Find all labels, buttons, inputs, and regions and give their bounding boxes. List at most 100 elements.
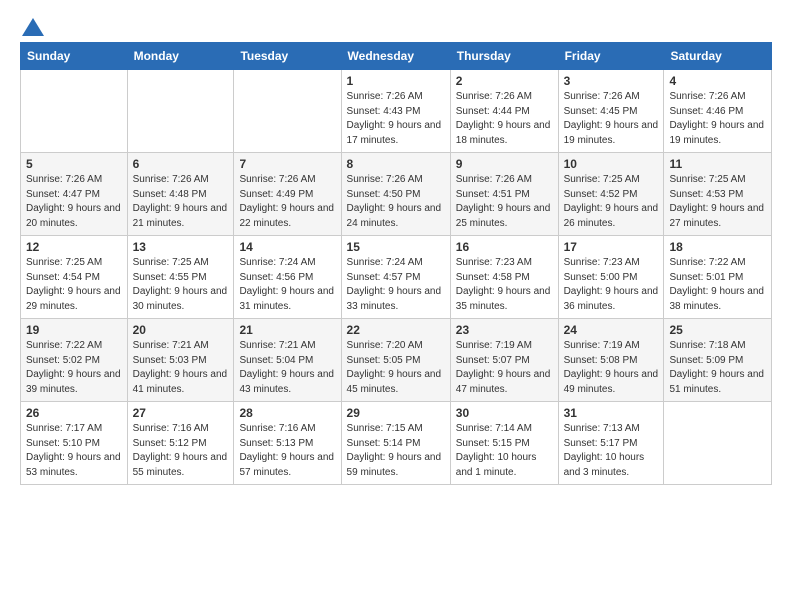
day-info: Sunrise: 7:26 AMSunset: 4:50 PMDaylight:… [347, 173, 445, 231]
day-info: Sunrise: 7:19 AMSunset: 5:07 PMDaylight:… [456, 339, 553, 397]
table-row [127, 70, 234, 153]
day-info: Sunrise: 7:23 AMSunset: 4:58 PMDaylight:… [456, 256, 553, 314]
day-info: Sunrise: 7:22 AMSunset: 5:01 PMDaylight:… [669, 256, 766, 314]
day-number: 27 [133, 406, 229, 420]
day-info: Sunrise: 7:26 AMSunset: 4:46 PMDaylight:… [669, 90, 766, 148]
day-number: 26 [26, 406, 122, 420]
day-info: Sunrise: 7:15 AMSunset: 5:14 PMDaylight:… [347, 422, 445, 480]
day-number: 13 [133, 240, 229, 254]
day-info: Sunrise: 7:24 AMSunset: 4:57 PMDaylight:… [347, 256, 445, 314]
table-row: 10Sunrise: 7:25 AMSunset: 4:52 PMDayligh… [558, 153, 664, 236]
day-number: 17 [564, 240, 659, 254]
table-row: 18 Sunrise: 7:22 AMSunset: 5:01 PMDayligh… [664, 236, 772, 319]
day-number: 15 [347, 240, 445, 254]
day-number: 31 [564, 406, 659, 420]
table-row: 9 Sunrise: 7:26 AMSunset: 4:51 PMDaylight… [450, 153, 558, 236]
table-row [234, 70, 341, 153]
day-info: Sunrise: 7:23 AMSunset: 5:00 PMDaylight:… [564, 256, 659, 314]
col-saturday: Saturday [664, 43, 772, 70]
table-row: 8 Sunrise: 7:26 AMSunset: 4:50 PMDaylight… [341, 153, 450, 236]
day-number: 12 [26, 240, 122, 254]
table-row: 4 Sunrise: 7:26 AMSunset: 4:46 PMDaylight… [664, 70, 772, 153]
table-row: 27Sunrise: 7:16 AMSunset: 5:12 PMDayligh… [127, 402, 234, 485]
col-monday: Monday [127, 43, 234, 70]
table-row: 11 Sunrise: 7:25 AMSunset: 4:53 PMDayligh… [664, 153, 772, 236]
day-number: 9 [456, 157, 553, 171]
day-info: Sunrise: 7:25 AMSunset: 4:54 PMDaylight:… [26, 256, 122, 314]
day-info: Sunrise: 7:21 AMSunset: 5:03 PMDaylight:… [133, 339, 229, 397]
day-number: 24 [564, 323, 659, 337]
logo [20, 18, 44, 32]
day-info: Sunrise: 7:25 AMSunset: 4:55 PMDaylight:… [133, 256, 229, 314]
day-number: 20 [133, 323, 229, 337]
day-info: Sunrise: 7:26 AMSunset: 4:49 PMDaylight:… [239, 173, 335, 231]
day-number: 14 [239, 240, 335, 254]
col-tuesday: Tuesday [234, 43, 341, 70]
day-number: 7 [239, 157, 335, 171]
calendar-week-row: 5 Sunrise: 7:26 AMSunset: 4:47 PMDaylight… [21, 153, 772, 236]
day-info: Sunrise: 7:16 AMSunset: 5:13 PMDaylight:… [239, 422, 335, 480]
day-info: Sunrise: 7:18 AMSunset: 5:09 PMDaylight:… [669, 339, 766, 397]
day-number: 10 [564, 157, 659, 171]
table-row [664, 402, 772, 485]
day-number: 11 [669, 157, 766, 171]
table-row: 28 Sunrise: 7:16 AMSunset: 5:13 PMDayligh… [234, 402, 341, 485]
day-number: 4 [669, 74, 766, 88]
table-row: 17 Sunrise: 7:23 AMSunset: 5:00 PMDayligh… [558, 236, 664, 319]
day-number: 30 [456, 406, 553, 420]
day-number: 6 [133, 157, 229, 171]
day-info: Sunrise: 7:17 AMSunset: 5:10 PMDaylight:… [26, 422, 122, 480]
day-number: 16 [456, 240, 553, 254]
col-sunday: Sunday [21, 43, 128, 70]
table-row: 23Sunrise: 7:19 AMSunset: 5:07 PMDayligh… [450, 319, 558, 402]
table-row: 26 Sunrise: 7:17 AMSunset: 5:10 PMDayligh… [21, 402, 128, 485]
day-info: Sunrise: 7:26 AMSunset: 4:51 PMDaylight:… [456, 173, 553, 231]
day-info: Sunrise: 7:21 AMSunset: 5:04 PMDaylight:… [239, 339, 335, 397]
table-row: 1 Sunrise: 7:26 AMSunset: 4:43 PMDaylight… [341, 70, 450, 153]
calendar-week-row: 26 Sunrise: 7:17 AMSunset: 5:10 PMDayligh… [21, 402, 772, 485]
table-row: 29 Sunrise: 7:15 AMSunset: 5:14 PMDayligh… [341, 402, 450, 485]
day-info: Sunrise: 7:26 AMSunset: 4:43 PMDaylight:… [347, 90, 445, 148]
table-row: 19 Sunrise: 7:22 AMSunset: 5:02 PMDayligh… [21, 319, 128, 402]
calendar-week-row: 12 Sunrise: 7:25 AMSunset: 4:54 PMDayligh… [21, 236, 772, 319]
day-info: Sunrise: 7:26 AMSunset: 4:44 PMDaylight:… [456, 90, 553, 148]
table-row: 16 Sunrise: 7:23 AMSunset: 4:58 PMDayligh… [450, 236, 558, 319]
table-row: 2 Sunrise: 7:26 AMSunset: 4:44 PMDaylight… [450, 70, 558, 153]
table-row: 20 Sunrise: 7:21 AMSunset: 5:03 PMDayligh… [127, 319, 234, 402]
calendar-header-row: Sunday Monday Tuesday Wednesday Thursday… [21, 43, 772, 70]
day-info: Sunrise: 7:25 AMSunset: 4:53 PMDaylight:… [669, 173, 766, 231]
table-row: 7 Sunrise: 7:26 AMSunset: 4:49 PMDaylight… [234, 153, 341, 236]
table-row: 13 Sunrise: 7:25 AMSunset: 4:55 PMDayligh… [127, 236, 234, 319]
col-thursday: Thursday [450, 43, 558, 70]
table-row: 30 Sunrise: 7:14 AMSunset: 5:15 PMDayligh… [450, 402, 558, 485]
day-info: Sunrise: 7:26 AMSunset: 4:47 PMDaylight:… [26, 173, 122, 231]
col-friday: Friday [558, 43, 664, 70]
day-number: 29 [347, 406, 445, 420]
day-number: 21 [239, 323, 335, 337]
table-row: 5 Sunrise: 7:26 AMSunset: 4:47 PMDaylight… [21, 153, 128, 236]
day-info: Sunrise: 7:19 AMSunset: 5:08 PMDaylight:… [564, 339, 659, 397]
day-number: 22 [347, 323, 445, 337]
day-info: Sunrise: 7:13 AMSunset: 5:17 PMDaylight:… [564, 422, 659, 480]
table-row: 14 Sunrise: 7:24 AMSunset: 4:56 PMDayligh… [234, 236, 341, 319]
table-row: 22Sunrise: 7:20 AMSunset: 5:05 PMDayligh… [341, 319, 450, 402]
day-info: Sunrise: 7:26 AMSunset: 4:45 PMDaylight:… [564, 90, 659, 148]
day-number: 28 [239, 406, 335, 420]
day-info: Sunrise: 7:22 AMSunset: 5:02 PMDaylight:… [26, 339, 122, 397]
table-row [21, 70, 128, 153]
page: Sunday Monday Tuesday Wednesday Thursday… [0, 0, 792, 503]
day-info: Sunrise: 7:24 AMSunset: 4:56 PMDaylight:… [239, 256, 335, 314]
day-number: 8 [347, 157, 445, 171]
day-info: Sunrise: 7:14 AMSunset: 5:15 PMDaylight:… [456, 422, 553, 480]
table-row: 6 Sunrise: 7:26 AMSunset: 4:48 PMDaylight… [127, 153, 234, 236]
day-number: 5 [26, 157, 122, 171]
day-number: 2 [456, 74, 553, 88]
day-number: 3 [564, 74, 659, 88]
day-number: 18 [669, 240, 766, 254]
logo-icon [22, 18, 44, 36]
day-number: 25 [669, 323, 766, 337]
day-info: Sunrise: 7:26 AMSunset: 4:48 PMDaylight:… [133, 173, 229, 231]
header [20, 18, 772, 32]
day-number: 1 [347, 74, 445, 88]
day-number: 19 [26, 323, 122, 337]
